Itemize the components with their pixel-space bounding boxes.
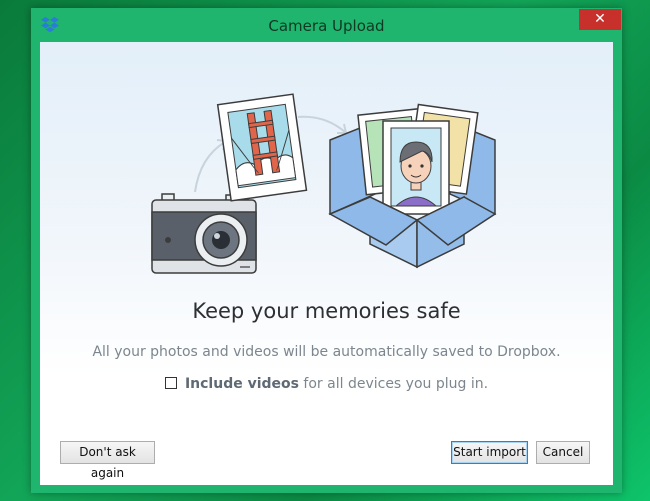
dialog-window: Camera Upload ✕ Keep your memories safe … — [31, 8, 622, 493]
window-title: Camera Upload — [268, 17, 385, 35]
page-title: Keep your memories safe — [192, 299, 461, 323]
arrow-right-icon — [297, 115, 348, 134]
dropbox-box-icon — [328, 103, 497, 269]
cancel-button[interactable]: Cancel — [536, 441, 590, 464]
include-videos-description: for all devices you plug in. — [298, 376, 489, 392]
include-videos-option[interactable]: Include videos for all devices you plug … — [40, 376, 613, 392]
include-videos-label[interactable]: Include videos — [185, 376, 299, 392]
close-icon: ✕ — [594, 11, 606, 27]
bridge-photo — [216, 93, 308, 202]
camera-icon — [151, 193, 257, 274]
start-import-button[interactable]: Start import — [451, 441, 528, 464]
description-text: All your photos and videos will be autom… — [92, 344, 561, 360]
include-videos-checkbox[interactable] — [164, 377, 177, 389]
title-bar[interactable]: Camera Upload ✕ — [31, 8, 622, 42]
close-button[interactable]: ✕ — [579, 9, 621, 30]
dont-ask-again-button[interactable]: Don't ask again — [60, 441, 155, 480]
camera-upload-illustration — [151, 93, 497, 274]
arrow-up-icon — [194, 139, 228, 193]
dialog-content: Keep your memories safe All your photos … — [40, 42, 613, 485]
